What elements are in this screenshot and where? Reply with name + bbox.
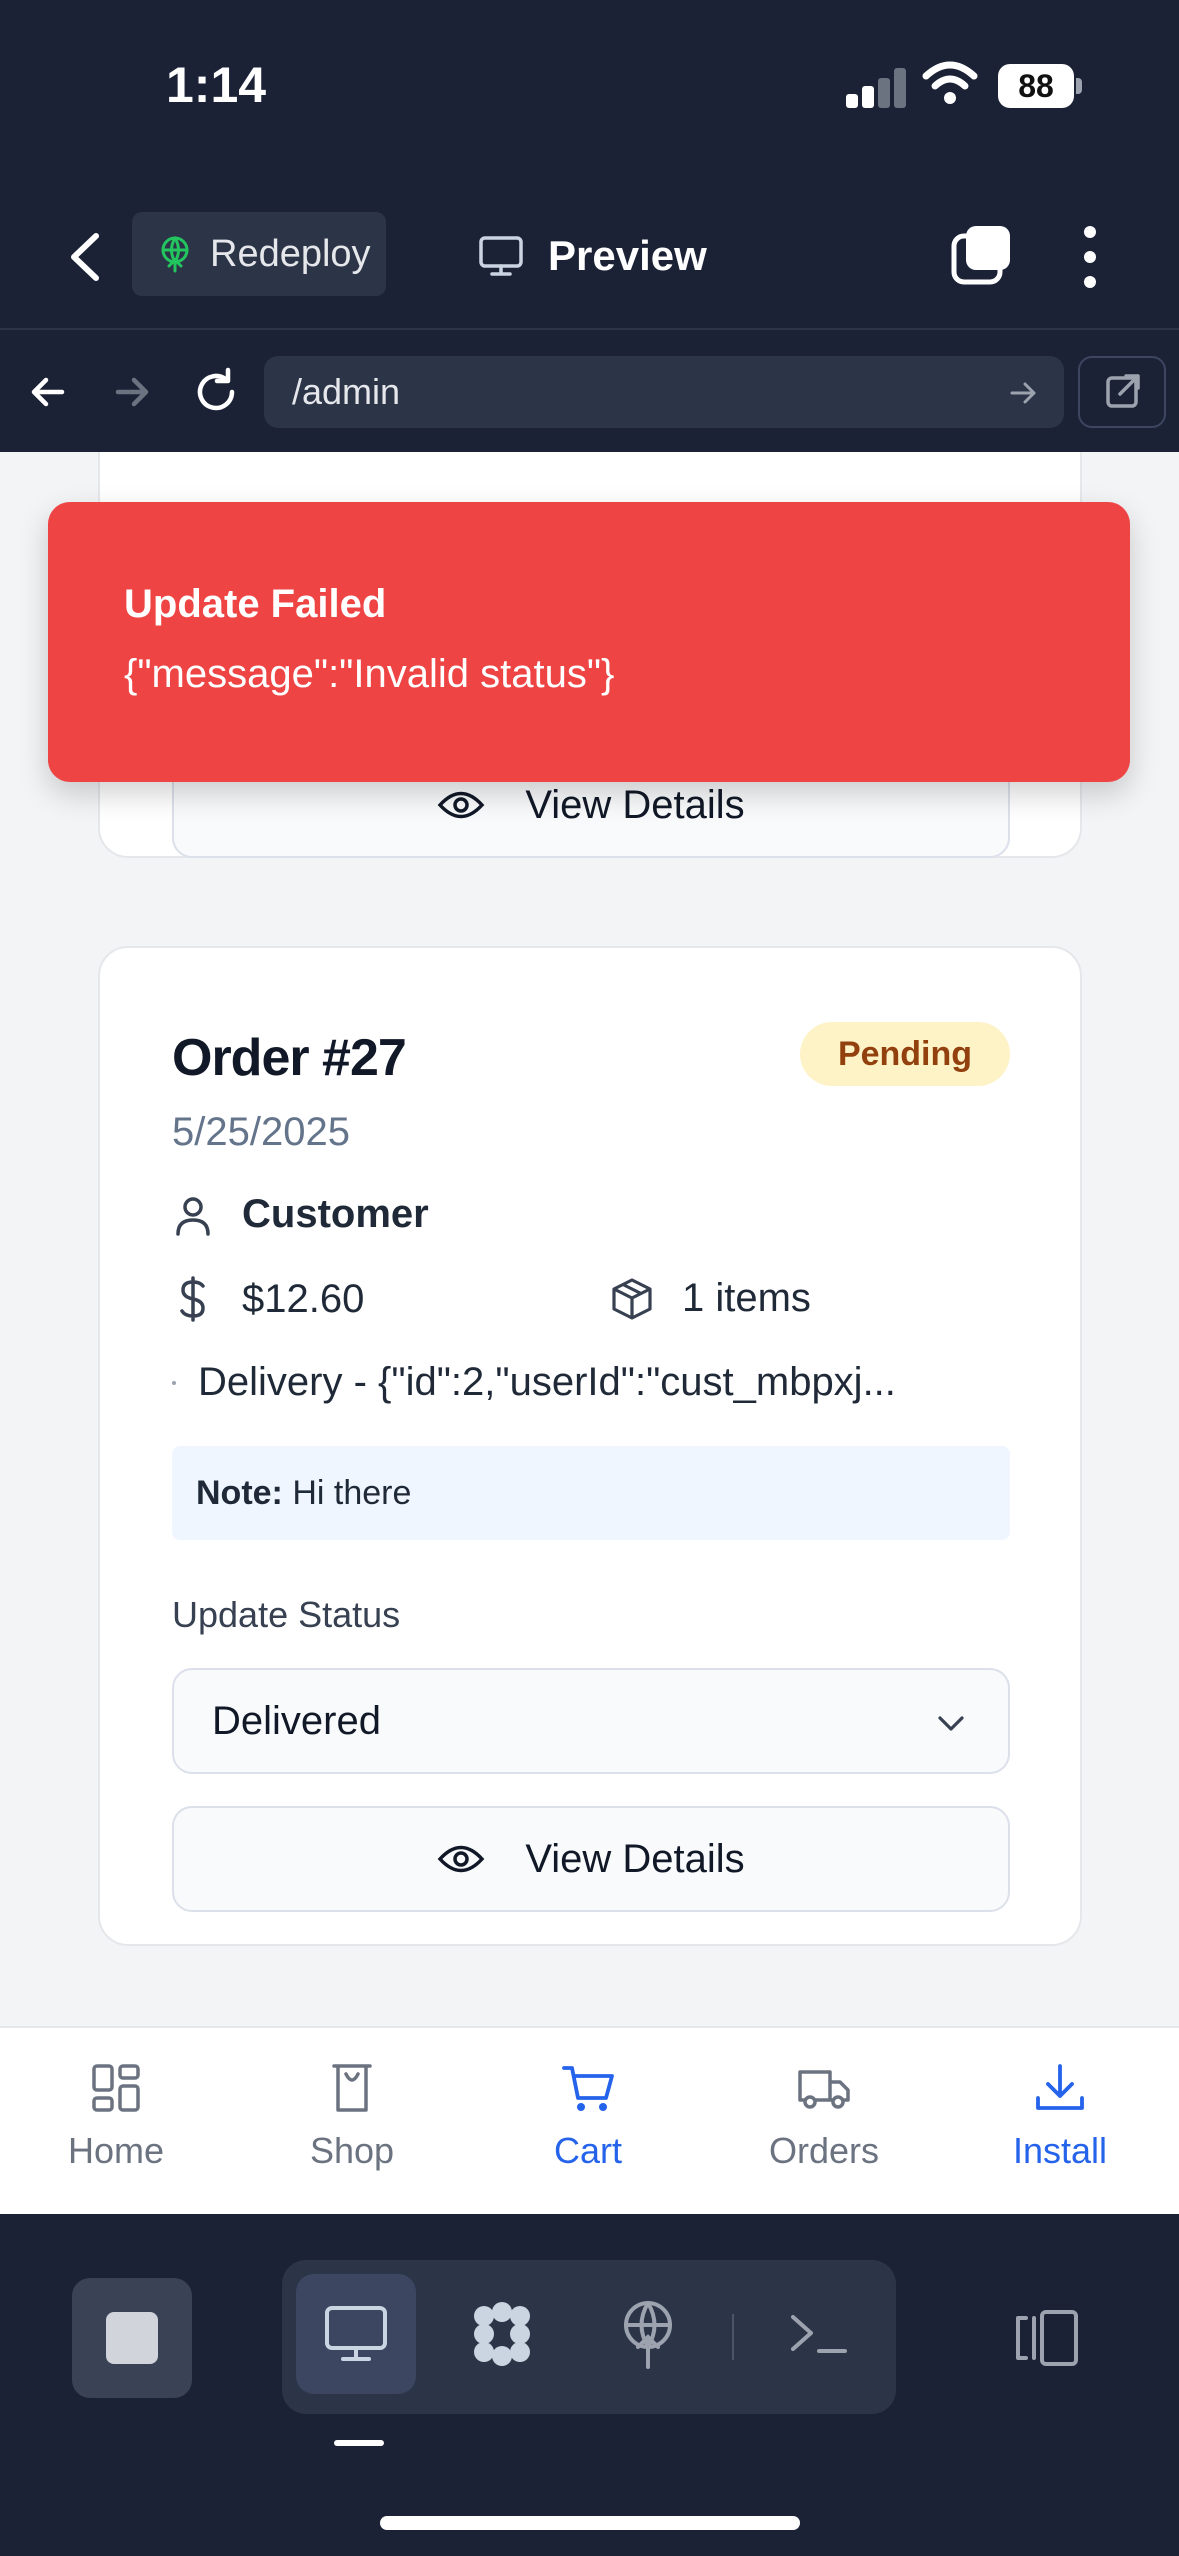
customer-name: Customer [242,1192,429,1236]
nav-home[interactable]: Home [16,2060,216,2172]
toast-message: {"message":"Invalid status"} [124,652,615,696]
browser-forward-icon[interactable] [106,366,158,418]
preview-tab[interactable]: Preview [478,218,707,294]
terminal-icon [791,2315,847,2353]
monitor-icon [479,236,523,276]
order-amount: $12.60 [242,1276,365,1321]
order-card: Order #27 Pending 5/25/2025 Customer $12… [98,946,1082,1946]
url-text: /admin [292,371,401,412]
user-icon [176,1196,210,1236]
browser-bar: /admin [0,332,1179,452]
deploy-tool-button[interactable] [588,2274,708,2394]
external-link-icon [1106,374,1140,408]
split-view-icon[interactable] [1012,2308,1082,2368]
status-select[interactable]: Delivered [172,1668,1010,1774]
amount-row: $12.60 [172,1276,364,1322]
more-options-icon[interactable] [1070,222,1110,292]
stop-button[interactable] [72,2278,192,2398]
status-time: 1:14 [166,57,267,113]
nav-cart-label: Cart [553,2130,622,2171]
customer-row: Customer [172,1192,429,1237]
deploy-globe-icon [161,236,189,273]
cart-icon [562,2066,614,2111]
shop-icon [332,2064,372,2112]
view-details-label: View Details [525,782,745,827]
truck-icon [798,2070,850,2109]
go-arrow-icon[interactable] [1006,376,1040,410]
reload-icon[interactable] [190,366,242,418]
active-indicator [334,2440,384,2446]
error-toast[interactable]: Update Failed {"message":"Invalid status… [48,502,1130,782]
redeploy-label: Redeploy [210,232,371,275]
nav-home-label: Home [67,2130,165,2171]
chevron-down-icon [938,1716,964,1731]
status-badge: Pending [800,1022,1010,1086]
workspace-tool-button[interactable] [442,2274,562,2394]
bottom-nav: Home Shop Cart Orders Install [0,2026,1179,2214]
home-indicator[interactable] [380,2516,800,2530]
nav-orders-label: Orders [768,2130,880,2171]
dock-tool-group [282,2260,896,2414]
package-icon [612,1277,652,1320]
battery-icon: 88 [998,64,1082,108]
nav-install-label: Install [1012,2130,1108,2171]
nav-cart[interactable]: Cart [488,2060,688,2172]
browser-back-icon[interactable] [22,366,74,418]
note-text: Hi there [292,1474,412,1512]
note-label: Note: [196,1474,283,1512]
terminal-tool-button[interactable] [758,2274,878,2394]
back-icon[interactable] [60,222,110,292]
dollar-icon [180,1276,205,1322]
eye-icon [437,791,485,819]
delivery-row: Delivery - {"id":2,"userId":"cust_mbpxj.… [172,1360,1022,1405]
selected-status: Delivered [212,1699,381,1743]
monitor-icon [325,2306,387,2361]
nav-install[interactable]: Install [960,2060,1160,2172]
preview-label: Preview [548,232,707,279]
grid-icon [92,2064,140,2112]
view-details-button[interactable]: View Details [172,1806,1010,1912]
signal-icon [846,66,906,108]
view-details-label: View Details [525,1836,745,1881]
dock-separator [732,2314,734,2360]
open-external-button[interactable] [1078,356,1166,428]
nav-orders[interactable]: Orders [724,2060,924,2172]
delivery-info: Delivery - {"id":2,"userId":"cust_mbpxj.… [198,1360,896,1404]
url-input[interactable]: /admin [264,356,1064,428]
eye-icon [437,1845,485,1873]
order-title: Order #27 [172,1029,407,1087]
stop-icon [106,2312,158,2364]
bottom-dock [0,2214,1179,2556]
delivery-bullet [172,1380,176,1385]
order-date: 5/25/2025 [172,1110,350,1154]
redeploy-button[interactable]: Redeploy [132,212,386,296]
wifi-icon [922,61,978,104]
order-note: Note: Hi there [172,1446,1010,1540]
nav-shop-label: Shop [309,2130,395,2171]
status-bar: 1:14 88 [0,0,1179,180]
battery-level: 88 [998,64,1074,108]
download-icon [1036,2064,1084,2110]
update-status-label: Update Status [172,1594,401,1635]
flower-grid-icon [474,2302,530,2366]
item-count: 1 items [682,1276,811,1320]
app-header: Redeploy Preview [0,180,1179,330]
toast-title: Update Failed [124,582,387,626]
tabs-icon[interactable] [950,222,1014,286]
nav-shop[interactable]: Shop [252,2060,452,2172]
preview-tool-button[interactable] [296,2274,416,2394]
items-row: 1 items [610,1276,811,1321]
deploy-globe-icon [624,2301,672,2369]
